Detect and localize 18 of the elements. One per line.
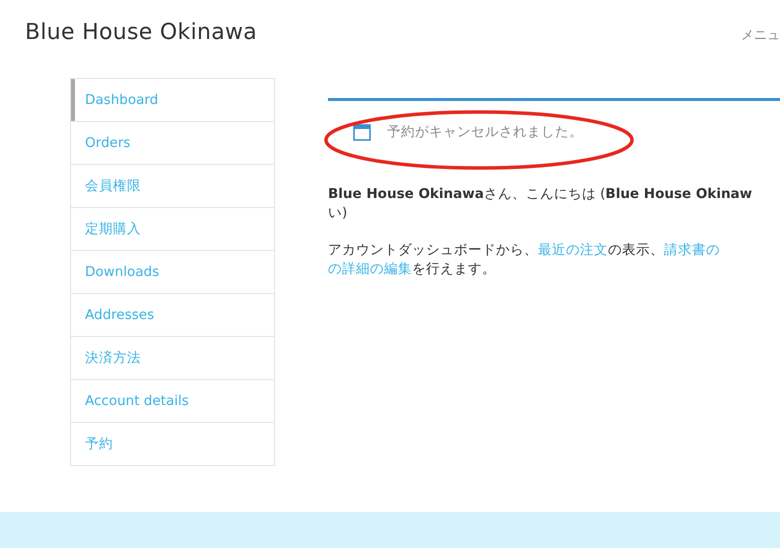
sidebar-item[interactable]: 定期購入 — [71, 207, 274, 250]
sidebar-item[interactable]: Account details — [71, 379, 274, 422]
sidebar-item[interactable]: 予約 — [71, 422, 274, 465]
sidebar-item[interactable]: Dashboard — [71, 79, 274, 121]
sidebar-item[interactable]: 決済方法 — [71, 336, 274, 379]
site-title: Blue House Okinawa — [25, 20, 258, 45]
sidebar-item[interactable]: 会員権限 — [71, 164, 274, 207]
sidebar-item[interactable]: Orders — [71, 121, 274, 164]
text-link[interactable]: 請求書の — [664, 242, 720, 258]
intro-text: アカウントダッシュボードから、最近の注文の表示、請求書の の詳細の編集を行えます。 — [328, 241, 721, 279]
text-link[interactable]: 最近の注文 — [538, 242, 608, 258]
sidebar-item[interactable]: Downloads — [71, 250, 274, 293]
sidebar-item[interactable]: Addresses — [71, 293, 274, 336]
greeting-text: Blue House Okinawaさん、こんにちは (Blue House Okinaw い) — [328, 185, 754, 223]
notice-message: 予約がキャンセルされました。 — [387, 123, 583, 141]
menu-link[interactable]: メニュ — [741, 20, 780, 44]
text-link[interactable]: の詳細の編集 — [328, 261, 412, 277]
window-icon — [353, 124, 371, 140]
